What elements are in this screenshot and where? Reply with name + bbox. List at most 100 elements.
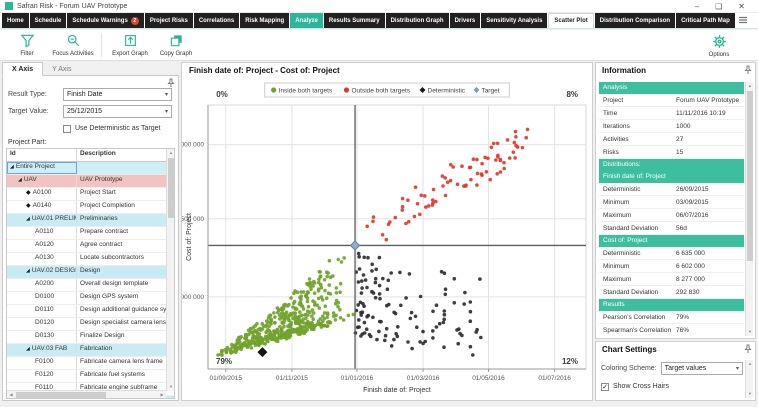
ribbon-tab-bar: Home ScheduleSchedule Warnings2Project Ri… — [0, 13, 758, 29]
row-description: Preliminaries — [77, 214, 174, 226]
column-header-description[interactable]: Description — [77, 149, 174, 161]
scrollbar-thumb[interactable] — [747, 91, 753, 261]
scatter-plot[interactable]: 8 000 0007 500 0007 000 00001/09/201501/… — [182, 81, 592, 403]
svg-text:01/03/2016: 01/03/2016 — [407, 375, 440, 382]
info-label: Risks — [599, 149, 676, 156]
scroll-right-icon[interactable]: ▶ — [158, 391, 166, 399]
ribbon-tab-risk-mapping[interactable]: Risk Mapping — [240, 13, 289, 28]
table-row[interactable]: A0130Locate subcontractors — [7, 253, 174, 266]
expand-icon[interactable]: ◢ — [26, 268, 30, 274]
expand-icon[interactable]: ◢ — [26, 346, 30, 352]
vertical-scrollbar[interactable]: ▲ ▼ — [745, 360, 753, 398]
export-graph-button[interactable]: Export Graph — [107, 31, 153, 60]
scroll-down-icon[interactable]: ▼ — [167, 383, 175, 391]
show-cross-hairs-checkbox[interactable] — [601, 383, 609, 391]
pin-icon[interactable] — [744, 65, 752, 77]
row-description: Prepare contract — [77, 227, 174, 239]
table-row[interactable]: A0120Agree contract — [7, 240, 174, 253]
close-button[interactable]: ✕ — [738, 2, 745, 11]
info-value: 26/09/2015 — [676, 186, 744, 193]
scroll-down-icon[interactable]: ▼ — [746, 390, 754, 398]
table-row[interactable]: A0110Prepare contract — [7, 227, 174, 240]
info-row-maximum: Maximum8 277 000 — [599, 273, 744, 286]
scroll-down-icon[interactable]: ▼ — [746, 328, 754, 336]
table-row[interactable]: D0110Design additional guidance sys — [7, 305, 174, 318]
table-row[interactable]: D0100Design GPS system — [7, 292, 174, 305]
row-id: Entire Project — [16, 163, 55, 170]
ribbon-tab-distribution-graph[interactable]: Distribution Graph — [386, 13, 449, 28]
tab-label: Sensitivity Analysis — [486, 18, 542, 24]
table-row[interactable]: D0120Design specialist camera lens — [7, 318, 174, 331]
target-value-dropdown[interactable]: 25/12/2015 ▾ — [63, 105, 172, 118]
ribbon-tab-distribution-comparison[interactable]: Distribution Comparison — [595, 13, 675, 28]
ribbon-tab-project-risks[interactable]: Project Risks — [145, 13, 193, 28]
expand-icon[interactable]: ◢ — [18, 177, 22, 183]
vertical-scrollbar[interactable]: ▲ ▼ — [166, 149, 174, 391]
table-row[interactable]: F0100Fabricate camera lens frame — [7, 357, 174, 370]
svg-text:Outside both targets: Outside both targets — [352, 88, 411, 95]
result-type-dropdown[interactable]: Finish Date ▾ — [63, 88, 172, 101]
table-row[interactable]: ◢UAVUAV Prototype — [7, 175, 174, 188]
focus-activities-button[interactable]: Focus Activities — [50, 31, 96, 60]
horizontal-scrollbar[interactable]: ◀ ▶ — [7, 390, 166, 398]
ribbon-tab-schedule[interactable]: Schedule — [30, 13, 67, 28]
ribbon-tab-critical-path-map[interactable]: Critical Path Map — [676, 13, 735, 28]
scroll-up-icon[interactable]: ▲ — [167, 149, 175, 157]
ribbon-tab-results-summary[interactable]: Results Summary — [324, 13, 385, 28]
ribbon-tab-home[interactable]: Home — [2, 13, 29, 28]
vertical-scrollbar[interactable]: ▲ ▼ — [745, 82, 753, 336]
svg-text:01/01/2016: 01/01/2016 — [341, 375, 374, 382]
ribbon-tab-sensitivity-analysis[interactable]: Sensitivity Analysis — [481, 13, 547, 28]
row-id-cell: D0120 — [7, 318, 77, 330]
expand-icon[interactable]: ◢ — [26, 398, 30, 399]
use-deterministic-checkbox[interactable] — [63, 125, 71, 133]
options-button[interactable]: Options — [696, 31, 742, 60]
tab-x-axis[interactable]: X Axis — [2, 62, 43, 76]
scrollbar-thumb[interactable] — [168, 158, 174, 218]
row-id: F0100 — [35, 358, 53, 365]
table-row[interactable]: ◢Entire Project — [7, 162, 174, 175]
maximize-button[interactable]: ❏ — [715, 2, 722, 11]
table-row[interactable]: A0200Overall design template — [7, 279, 174, 292]
row-description: Locate subcontractors — [77, 253, 174, 265]
info-label: Spearman's Correlation — [599, 327, 676, 334]
tab-label: Home — [7, 18, 24, 24]
table-row[interactable]: ◆A0100Project Start — [7, 188, 174, 201]
coloring-scheme-dropdown[interactable]: Target values ▾ — [661, 362, 743, 375]
svg-text:01/05/2016: 01/05/2016 — [472, 375, 505, 382]
row-id: A0140 — [33, 202, 52, 209]
table-row[interactable]: ◢UAV.02 DESIGNDesign — [7, 266, 174, 279]
row-id: A0200 — [35, 280, 54, 287]
info-section-distributions: Distributions: — [599, 159, 744, 171]
table-row[interactable]: ◢UAV.01 PRELIMPreliminaries — [7, 214, 174, 227]
copy-graph-button[interactable]: Copy Graph — [153, 31, 199, 60]
table-row[interactable]: F0120Fabricate fuel systems — [7, 370, 174, 383]
minimize-button[interactable]: – — [695, 2, 699, 11]
expand-icon[interactable]: ◢ — [26, 216, 30, 222]
info-label: Iterations — [599, 123, 676, 130]
table-row[interactable]: D0130Finalize Design — [7, 331, 174, 344]
pin-icon[interactable] — [744, 344, 752, 356]
scroll-up-icon[interactable]: ▲ — [746, 360, 754, 368]
scroll-up-icon[interactable]: ▲ — [746, 82, 754, 90]
tab-y-axis[interactable]: Y Axis — [43, 62, 80, 76]
scrollbar-thumb[interactable] — [16, 392, 106, 398]
info-value: Forum UAV Prototype — [676, 97, 744, 104]
scroll-left-icon[interactable]: ◀ — [7, 391, 15, 399]
table-row[interactable]: ◢UAV.03 FABFabrication — [7, 344, 174, 357]
ribbon-tab-schedule-warnings[interactable]: Schedule Warnings2 — [67, 13, 143, 28]
table-row[interactable]: ◆A0140Project Completion — [7, 201, 174, 214]
ribbon-tab-analyze[interactable]: Analyze — [290, 13, 323, 28]
menu-icon[interactable] — [738, 16, 748, 26]
ribbon-tab-drivers[interactable]: Drivers — [450, 13, 481, 28]
ribbon-tab-scatter-plot[interactable]: Scatter Plot — [548, 13, 593, 28]
tab-label: Drivers — [455, 18, 476, 24]
row-description: UAV Prototype — [77, 175, 174, 187]
info-value: 6 635 000 — [676, 250, 744, 257]
show-cross-hairs-row: Show Cross Hairs — [601, 380, 743, 393]
expand-icon[interactable]: ◢ — [10, 164, 14, 170]
column-header-id[interactable]: Id — [7, 149, 77, 161]
row-description: Finalize Design — [77, 331, 174, 343]
filter-button[interactable]: Filter — [4, 31, 50, 60]
ribbon-tab-correlations[interactable]: Correlations — [194, 13, 239, 28]
